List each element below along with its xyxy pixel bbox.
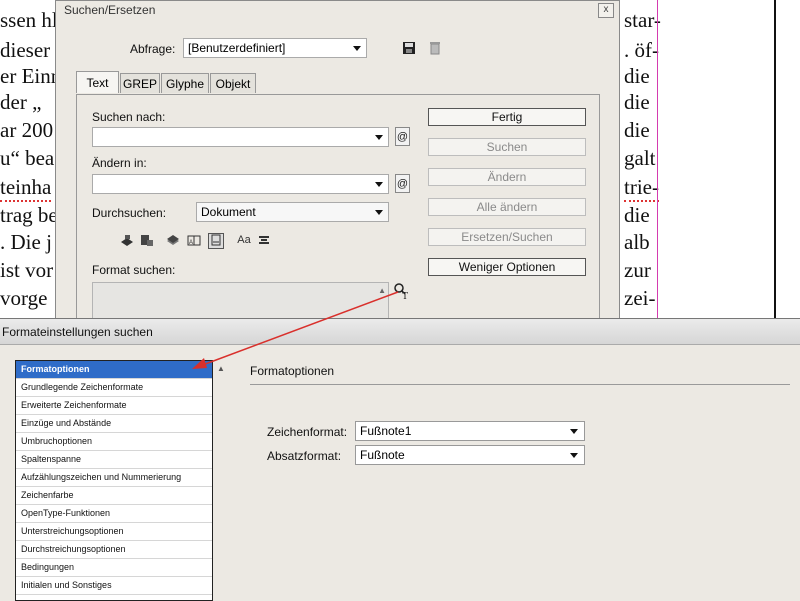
close-icon[interactable]: x bbox=[598, 3, 614, 18]
search-for-input[interactable] bbox=[92, 127, 389, 147]
change-all-button[interactable]: Alle ändern bbox=[428, 198, 586, 216]
footnotes-icon[interactable] bbox=[208, 233, 224, 249]
svg-text:T: T bbox=[402, 292, 408, 300]
list-item[interactable]: Unterstreichungsoptionen bbox=[16, 523, 212, 541]
doc-text-line: u“ bea bbox=[0, 146, 55, 170]
tab-object[interactable]: Objekt bbox=[210, 73, 256, 93]
doc-text-line: trie- bbox=[624, 175, 659, 202]
doc-text-line: ssen hl bbox=[0, 8, 58, 32]
chevron-down-icon bbox=[375, 210, 383, 215]
doc-text-line: alb bbox=[624, 230, 650, 254]
doc-text-line: die bbox=[624, 118, 650, 142]
list-item-format-options[interactable]: Formatoptionen bbox=[16, 361, 212, 379]
hidden-layers-icon[interactable] bbox=[166, 233, 180, 247]
chevron-down-icon bbox=[570, 453, 578, 458]
whole-word-icon[interactable] bbox=[257, 233, 271, 247]
case-sensitive-icon[interactable]: Aa bbox=[235, 233, 253, 247]
doc-text-line: . Die j bbox=[0, 230, 52, 254]
list-item[interactable]: Durchstreichungsoptionen bbox=[16, 541, 212, 559]
dialog-title: Formateinstellungen suchen bbox=[0, 319, 800, 345]
list-item[interactable]: Einzüge und Abstände bbox=[16, 415, 212, 433]
chevron-down-icon bbox=[570, 429, 578, 434]
format-category-list: Formatoptionen Grundlegende Zeichenforma… bbox=[15, 360, 213, 601]
special-char-change-icon[interactable]: @ bbox=[395, 174, 410, 193]
doc-text-line: dieser bbox=[0, 38, 51, 62]
doc-text-line: zur bbox=[624, 258, 651, 282]
para-format-select[interactable]: Fußnote bbox=[355, 445, 585, 465]
para-format-label: Absatzformat: bbox=[267, 449, 342, 463]
format-search-box[interactable]: ▲ bbox=[92, 282, 389, 320]
search-in-value: Dokument bbox=[201, 205, 256, 219]
search-for-label: Suchen nach: bbox=[92, 110, 166, 124]
doc-text-line: ist vor bbox=[0, 258, 54, 282]
doc-text-line: vorge bbox=[0, 286, 48, 310]
query-value: [Benutzerdefiniert] bbox=[188, 41, 286, 55]
list-item[interactable]: Grundlegende Zeichenformate bbox=[16, 379, 212, 397]
char-format-value: Fußnote1 bbox=[360, 424, 412, 438]
doc-text-line: teinha bbox=[0, 175, 52, 202]
para-format-value: Fußnote bbox=[360, 448, 405, 462]
doc-text-line: galt bbox=[624, 146, 656, 170]
margin-guide bbox=[657, 0, 658, 320]
search-in-select[interactable]: Dokument bbox=[196, 202, 389, 222]
doc-text-line: der „ bbox=[0, 90, 42, 114]
chevron-down-icon bbox=[375, 135, 383, 140]
doc-text-line: die bbox=[624, 203, 650, 227]
change-button[interactable]: Ändern bbox=[428, 168, 586, 186]
tab-text[interactable]: Text bbox=[76, 71, 119, 93]
scroll-up-icon[interactable]: ▲ bbox=[378, 286, 386, 295]
change-to-label: Ändern in: bbox=[92, 156, 147, 170]
delete-query-icon[interactable] bbox=[427, 41, 442, 56]
doc-text-line: er Einn bbox=[0, 64, 62, 88]
format-search-icon[interactable]: T bbox=[393, 282, 410, 302]
list-item[interactable]: Spaltenspanne bbox=[16, 451, 212, 469]
section-divider bbox=[250, 384, 790, 385]
done-button[interactable]: Fertig bbox=[428, 108, 586, 126]
search-in-label: Durchsuchen: bbox=[92, 206, 167, 220]
page-edge bbox=[774, 0, 776, 320]
list-item[interactable]: Zeichenfarbe bbox=[16, 487, 212, 505]
dialog-title: Suchen/Ersetzen bbox=[64, 3, 156, 17]
scroll-up-icon[interactable]: ▲ bbox=[217, 364, 225, 373]
list-item[interactable]: Initialen und Sonstiges bbox=[16, 577, 212, 595]
list-item[interactable]: Umbruchoptionen bbox=[16, 433, 212, 451]
fewer-options-button[interactable]: Weniger Optionen bbox=[428, 258, 586, 276]
doc-text-line: ar 200 bbox=[0, 118, 54, 142]
find-button[interactable]: Suchen bbox=[428, 138, 586, 156]
list-item[interactable]: Bedingungen bbox=[16, 559, 212, 577]
change-to-input[interactable] bbox=[92, 174, 389, 194]
chevron-down-icon bbox=[375, 182, 383, 187]
list-item[interactable]: Aufzählungszeichen und Nummerierung bbox=[16, 469, 212, 487]
doc-text-line: . öf- bbox=[624, 38, 659, 62]
change-find-button[interactable]: Ersetzen/Suchen bbox=[428, 228, 586, 246]
list-item[interactable]: Erweiterte Zeichenformate bbox=[16, 397, 212, 415]
query-label: Abfrage: bbox=[130, 42, 176, 56]
svg-text:A: A bbox=[189, 240, 193, 246]
tab-glyph[interactable]: Glyphe bbox=[161, 73, 209, 93]
doc-text-line: die bbox=[624, 64, 650, 88]
query-select[interactable]: [Benutzerdefiniert] bbox=[183, 38, 367, 58]
char-format-select[interactable]: Fußnote1 bbox=[355, 421, 585, 441]
tab-grep[interactable]: GREP bbox=[120, 73, 160, 93]
special-char-search-icon[interactable]: @ bbox=[395, 127, 410, 146]
format-search-label: Format suchen: bbox=[92, 263, 176, 277]
doc-text-line: star- bbox=[624, 8, 661, 32]
chevron-down-icon bbox=[353, 46, 361, 51]
master-pages-icon[interactable]: A bbox=[187, 233, 201, 247]
locked-layers-icon[interactable] bbox=[120, 233, 134, 247]
doc-text-line: trag be bbox=[0, 203, 58, 227]
doc-text-line: zei- bbox=[624, 286, 656, 310]
section-title: Formatoptionen bbox=[250, 364, 335, 378]
save-query-icon[interactable] bbox=[401, 41, 416, 56]
list-scrollbar[interactable]: ▲ bbox=[213, 360, 229, 601]
format-settings-dialog: Formateinstellungen suchen Formatoptione… bbox=[0, 318, 800, 601]
list-item[interactable]: OpenType-Funktionen bbox=[16, 505, 212, 523]
char-format-label: Zeichenformat: bbox=[267, 425, 348, 439]
doc-text-line: die bbox=[624, 90, 650, 114]
locked-stories-icon[interactable] bbox=[140, 233, 154, 247]
